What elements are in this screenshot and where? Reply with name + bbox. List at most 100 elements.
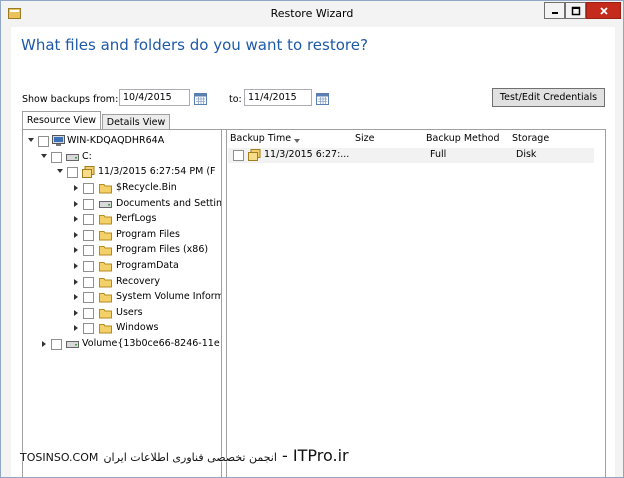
watermark-dash: - bbox=[282, 446, 288, 465]
column-header-backup-method[interactable]: Backup Method bbox=[426, 133, 499, 144]
tree-node-server[interactable]: WIN-KDQAQDHR64A bbox=[27, 134, 221, 149]
close-button[interactable] bbox=[586, 2, 621, 19]
tree-node-folder[interactable]: Program Files (x86) bbox=[72, 243, 221, 258]
column-header-storage[interactable]: Storage bbox=[512, 133, 549, 144]
tree-node-label: PerfLogs bbox=[116, 213, 157, 225]
tree-node-label: Volume{13b0ce66-8246-11e bbox=[82, 338, 220, 349]
sort-descending-icon bbox=[294, 139, 300, 143]
checkbox[interactable] bbox=[83, 214, 94, 226]
maximize-icon bbox=[571, 6, 580, 15]
folder-icon bbox=[99, 277, 112, 288]
folder-icon bbox=[99, 230, 112, 241]
expand-arrow-icon[interactable] bbox=[74, 231, 78, 238]
expand-arrow-icon[interactable] bbox=[74, 216, 78, 223]
tree-node-label: Windows bbox=[116, 322, 159, 334]
tree-node-folder[interactable]: Documents and Settin bbox=[72, 197, 222, 212]
resource-view-pane: WIN-KDQAQDHR64A C: 11/3/2015 6:27:54 PM … bbox=[22, 129, 606, 477]
test-edit-credentials-button[interactable]: Test/Edit Credentials bbox=[492, 88, 605, 107]
tree-node-label: $Recycle.Bin bbox=[116, 182, 177, 193]
watermark-site: ITPro.ir bbox=[292, 446, 349, 465]
checkbox[interactable] bbox=[83, 276, 94, 288]
folder-icon bbox=[99, 293, 112, 303]
tree-node-label: 11/3/2015 6:27:54 PM (F bbox=[98, 166, 216, 177]
tree-node-folder[interactable]: Recovery bbox=[72, 275, 221, 290]
expand-arrow-icon[interactable] bbox=[42, 341, 46, 347]
expand-arrow-icon[interactable] bbox=[74, 185, 78, 191]
checkbox[interactable] bbox=[51, 152, 62, 163]
checkbox[interactable] bbox=[83, 229, 94, 241]
maximize-button[interactable] bbox=[565, 2, 586, 19]
drive-icon bbox=[99, 200, 112, 208]
window-title: Restore Wizard bbox=[270, 7, 354, 20]
resource-tree[interactable]: WIN-KDQAQDHR64A C: 11/3/2015 6:27:54 PM … bbox=[23, 130, 222, 477]
expand-arrow-icon[interactable] bbox=[28, 138, 34, 142]
expand-arrow-icon[interactable] bbox=[74, 325, 78, 332]
from-label: Show backups from: bbox=[22, 94, 119, 105]
folder-icon bbox=[99, 184, 112, 194]
minimize-icon bbox=[551, 11, 558, 14]
minimize-button[interactable] bbox=[544, 2, 565, 19]
close-icon bbox=[599, 6, 608, 15]
expand-arrow-icon[interactable] bbox=[74, 294, 78, 301]
tree-node-folder[interactable]: $Recycle.Bin bbox=[72, 181, 221, 196]
storage-cell: Disk bbox=[516, 149, 537, 160]
watermark-arabic: انجمن تخصصی فناوری اطلاعات ایران bbox=[103, 451, 277, 464]
tab-details-view[interactable]: Details View bbox=[102, 114, 170, 130]
tree-node-label: Recovery bbox=[116, 275, 161, 287]
checkbox[interactable] bbox=[67, 167, 78, 178]
tree-node-volume[interactable]: Volume{13b0ce66-8246-11e bbox=[40, 337, 221, 352]
watermark: TOSINSO.COM انجمن تخصصی فناوری اطلاعات ا… bbox=[20, 446, 349, 465]
tree-node-label: Program Files (x86) bbox=[116, 244, 209, 256]
checkbox[interactable] bbox=[83, 307, 94, 319]
expand-arrow-icon[interactable] bbox=[74, 200, 78, 207]
tree-node-folder[interactable]: Users bbox=[72, 306, 221, 321]
backup-list[interactable]: Backup Time Size Backup Method Storage 1… bbox=[226, 130, 603, 477]
checkbox[interactable] bbox=[38, 136, 49, 147]
checkbox[interactable] bbox=[83, 183, 94, 194]
checkbox[interactable] bbox=[233, 150, 244, 161]
tree-node-backup[interactable]: 11/3/2015 6:27:54 PM (F bbox=[56, 165, 221, 180]
backup-icon bbox=[82, 166, 95, 178]
expand-arrow-icon[interactable] bbox=[74, 309, 78, 316]
tree-node-folder[interactable]: PerfLogs bbox=[72, 212, 221, 227]
watermark-latin: TOSINSO.COM bbox=[20, 451, 99, 464]
calendar-icon[interactable] bbox=[194, 92, 207, 105]
folder-icon bbox=[99, 324, 112, 334]
backup-time-cell: 11/3/2015 6:27:... bbox=[264, 149, 350, 160]
expand-arrow-icon[interactable] bbox=[74, 263, 78, 269]
checkbox[interactable] bbox=[83, 261, 94, 272]
tree-node-folder[interactable]: System Volume Inform bbox=[72, 290, 221, 305]
table-row[interactable]: 11/3/2015 6:27:... Full Disk bbox=[228, 148, 594, 163]
tree-node-drive[interactable]: C: bbox=[40, 150, 220, 165]
tree-node-label: Documents and Settin bbox=[116, 197, 222, 209]
expand-arrow-icon[interactable] bbox=[74, 247, 78, 254]
drive-icon bbox=[66, 154, 79, 161]
checkbox[interactable] bbox=[51, 339, 62, 350]
from-date-field[interactable]: 10/4/2015 bbox=[119, 89, 190, 106]
folder-icon bbox=[99, 262, 112, 272]
column-header-size[interactable]: Size bbox=[355, 133, 375, 144]
checkbox[interactable] bbox=[83, 245, 94, 257]
checkbox[interactable] bbox=[83, 323, 94, 335]
title-bar[interactable]: Restore Wizard bbox=[1, 1, 623, 27]
restore-wizard-window: Restore Wizard What files and folders do… bbox=[0, 0, 624, 478]
to-date-field[interactable]: 11/4/2015 bbox=[244, 89, 312, 106]
checkbox[interactable] bbox=[83, 292, 94, 304]
tree-node-folder[interactable]: ProgramData bbox=[72, 259, 221, 274]
expand-arrow-icon[interactable] bbox=[57, 169, 63, 173]
column-header-backup-time[interactable]: Backup Time bbox=[230, 133, 291, 144]
tab-resource-view[interactable]: Resource View bbox=[22, 111, 101, 129]
folder-icon bbox=[99, 246, 112, 256]
expand-arrow-icon[interactable] bbox=[41, 154, 47, 158]
expand-arrow-icon[interactable] bbox=[74, 278, 78, 285]
tree-node-folder[interactable]: Program Files bbox=[72, 228, 221, 243]
tree-node-folder[interactable]: Windows bbox=[72, 321, 221, 336]
wizard-content: What files and folders do you want to re… bbox=[11, 27, 615, 477]
checkbox[interactable] bbox=[83, 198, 94, 210]
tree-node-label: C: bbox=[82, 151, 92, 162]
backup-icon bbox=[248, 149, 261, 161]
tree-node-label: ProgramData bbox=[116, 260, 179, 271]
backup-method-cell: Full bbox=[430, 149, 447, 160]
to-label: to: bbox=[229, 94, 242, 105]
calendar-icon[interactable] bbox=[316, 92, 329, 105]
